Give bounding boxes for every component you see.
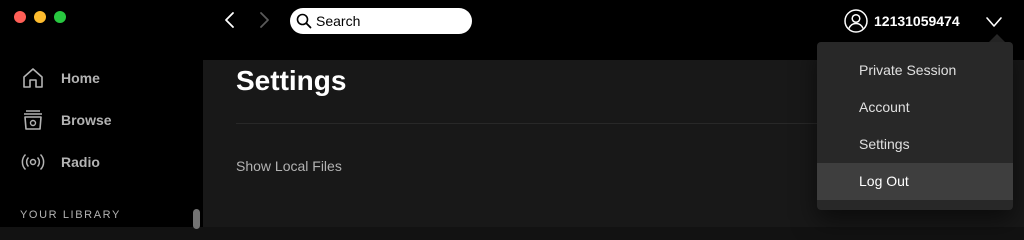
forward-arrow-icon[interactable] — [254, 10, 274, 30]
menu-item-account[interactable]: Account — [817, 89, 1013, 126]
sidebar-item-label: Browse — [61, 112, 112, 128]
menu-item-settings[interactable]: Settings — [817, 126, 1013, 163]
browse-icon — [20, 107, 46, 133]
search-box[interactable] — [290, 8, 472, 34]
search-icon — [296, 13, 312, 29]
user-avatar-icon — [844, 9, 868, 33]
radio-icon — [20, 149, 46, 175]
maximize-window-button[interactable] — [54, 11, 66, 23]
setting-show-local-files-label: Show Local Files — [236, 158, 342, 174]
page-title: Settings — [236, 65, 347, 96]
sidebar-item-browse[interactable]: Browse — [20, 107, 112, 133]
sidebar-scrollbar[interactable] — [193, 209, 200, 229]
sidebar: Home Browse Radio YOUR LIBRARY — [0, 0, 203, 229]
sidebar-item-label: Radio — [61, 154, 100, 170]
section-divider — [236, 123, 836, 124]
back-arrow-icon[interactable] — [220, 10, 240, 30]
menu-item-log-out[interactable]: Log Out — [817, 163, 1013, 200]
user-dropdown-menu: Private Session Account Settings Log Out — [817, 42, 1013, 210]
chevron-down-icon[interactable] — [984, 12, 1004, 32]
search-input[interactable] — [312, 13, 466, 29]
user-profile-button[interactable]: 12131059474 — [844, 9, 960, 33]
username: 12131059474 — [874, 13, 960, 29]
sidebar-item-radio[interactable]: Radio — [20, 149, 100, 175]
sidebar-item-home[interactable]: Home — [20, 65, 100, 91]
menu-item-private-session[interactable]: Private Session — [817, 52, 1013, 89]
close-window-button[interactable] — [14, 11, 26, 23]
home-icon — [20, 65, 46, 91]
library-section-label: YOUR LIBRARY — [20, 209, 121, 221]
sidebar-item-label: Home — [61, 70, 100, 86]
minimize-window-button[interactable] — [34, 11, 46, 23]
window-controls — [14, 11, 66, 23]
